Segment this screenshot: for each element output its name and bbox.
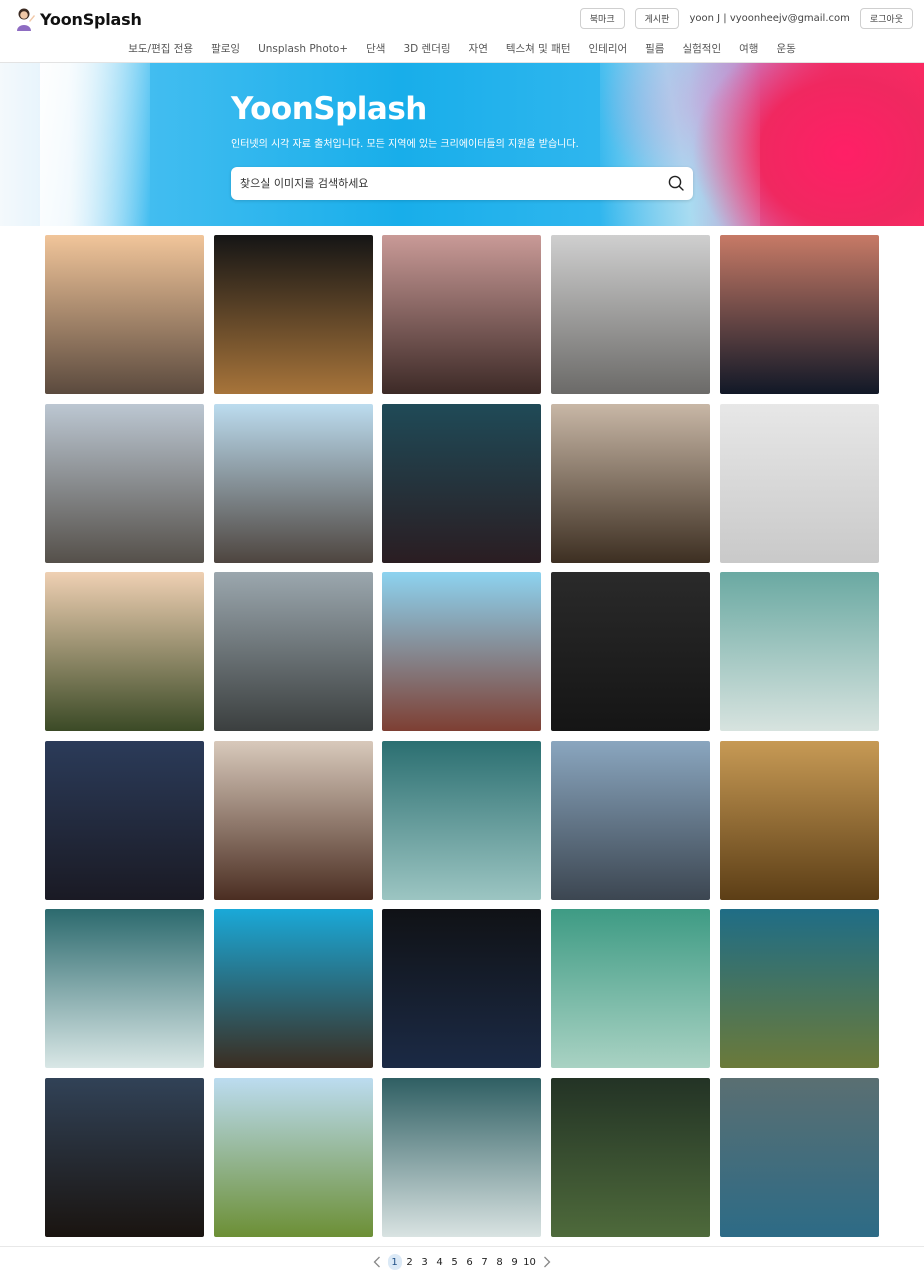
photo-palace-eaves-sky[interactable]: [213, 909, 373, 1069]
search-input[interactable]: [240, 167, 660, 200]
nav-item-monochrome[interactable]: 단색: [357, 40, 394, 58]
hero-paint-texture: [40, 63, 150, 226]
chevron-left-icon[interactable]: [371, 1254, 383, 1270]
photo-bridge-night-lights[interactable]: [45, 740, 204, 900]
top-header: YoonSplash 북마크 게시판 yoon J | vyoonheejv@g…: [0, 0, 924, 63]
photo-narrow-street[interactable]: [551, 235, 711, 394]
nav-item-sports[interactable]: 운동: [767, 40, 804, 58]
nav-item-textures[interactable]: 텍스쳐 및 패턴: [497, 40, 580, 58]
photo-coastal-road[interactable]: [719, 1077, 879, 1237]
photo-city-night-skyline[interactable]: [719, 235, 879, 394]
photo-perforated-building[interactable]: [382, 572, 542, 732]
search-icon[interactable]: [668, 175, 684, 191]
nav-item-editorial[interactable]: 보도/편집 전용: [119, 40, 202, 58]
user-info: yoon J | vyoonheejv@gmail.com: [689, 12, 850, 24]
chevron-right-icon[interactable]: [541, 1254, 553, 1270]
photo-coast-waves[interactable]: [719, 909, 879, 1069]
hero-title: YoonSplash: [231, 91, 427, 127]
photo-power-lines-street[interactable]: [213, 403, 373, 563]
photo-hanok-village-sunset[interactable]: [45, 235, 204, 394]
photo-field-sunset[interactable]: [719, 740, 879, 900]
page-1-button[interactable]: 1: [387, 1254, 402, 1270]
avatar-icon: [17, 8, 35, 31]
photo-cows-grass[interactable]: [551, 1077, 711, 1237]
page-4-button[interactable]: 4: [433, 1254, 447, 1270]
photo-cafe-interior[interactable]: [213, 740, 373, 900]
photo-ocean-aerial[interactable]: [719, 572, 879, 732]
photo-night-alley-restaurant[interactable]: [213, 235, 373, 394]
photo-green-lawn-park[interactable]: [213, 1077, 373, 1237]
photo-waves-white-foam[interactable]: [45, 909, 204, 1069]
nav-item-unsplash-plus[interactable]: Unsplash Photo+: [249, 40, 357, 58]
photo-green-sea-aerial[interactable]: [551, 909, 711, 1069]
photo-station-window-bench[interactable]: [551, 740, 711, 900]
nav-item-travel[interactable]: 여행: [730, 40, 767, 58]
photo-breakwater-waves[interactable]: [382, 1077, 542, 1237]
nav-item-film[interactable]: 필름: [636, 40, 673, 58]
photo-namsan-tower[interactable]: [45, 572, 204, 732]
search-bar: [231, 167, 693, 200]
page-5-button[interactable]: 5: [448, 1254, 462, 1270]
photo-white-lanterns[interactable]: [719, 403, 879, 563]
photo-shopping-street-night[interactable]: [382, 403, 542, 563]
photo-neon-street-dusk[interactable]: [382, 235, 542, 394]
page-2-button[interactable]: 2: [403, 1254, 417, 1270]
page-8-button[interactable]: 8: [493, 1254, 507, 1270]
page-3-button[interactable]: 3: [418, 1254, 432, 1270]
top-right-actions: 북마크 게시판 yoon J | vyoonheejv@gmail.com 로그…: [579, 7, 913, 29]
page-6-button[interactable]: 6: [463, 1254, 477, 1270]
page-numbers: 1 2 3 4 5 6 7 8 9 10: [387, 1254, 537, 1270]
category-nav: 보도/편집 전용 팔로잉 Unsplash Photo+ 단색 3D 렌더링 자…: [0, 40, 924, 58]
photo-suspension-bridge-night[interactable]: [382, 909, 542, 1069]
photo-old-building-signs[interactable]: [213, 572, 373, 732]
page-7-button[interactable]: 7: [478, 1254, 492, 1270]
hero-subtitle: 인터넷의 시각 자료 출처입니다. 모든 지역에 있는 크리에이터들의 지원을 …: [231, 139, 579, 150]
nav-item-3d-render[interactable]: 3D 렌더링: [394, 40, 459, 58]
photo-hanok-lane-morning[interactable]: [45, 403, 204, 563]
photo-tunnel-black-white[interactable]: [551, 572, 711, 732]
photo-city-dusk-clouds[interactable]: [45, 1077, 204, 1237]
nav-item-interior[interactable]: 인테리어: [580, 40, 637, 58]
photo-grid: [45, 235, 879, 1237]
logout-button[interactable]: 로그아웃: [859, 7, 913, 29]
logo[interactable]: YoonSplash: [14, 6, 142, 32]
logo-text: YoonSplash: [40, 9, 142, 29]
bookmark-button[interactable]: 북마크: [579, 7, 625, 29]
page-10-button[interactable]: 10: [523, 1254, 537, 1270]
board-button[interactable]: 게시판: [634, 7, 680, 29]
page-9-button[interactable]: 9: [508, 1254, 522, 1270]
photo-waves-rocks[interactable]: [382, 740, 542, 900]
nav-item-experimental[interactable]: 실험적인: [673, 40, 730, 58]
nav-item-nature[interactable]: 자연: [460, 40, 497, 58]
nav-item-following[interactable]: 팔로잉: [202, 40, 249, 58]
hero-paint-texture: [600, 63, 760, 226]
pagination: 1 2 3 4 5 6 7 8 9 10: [0, 1253, 924, 1271]
photo-travel-shop-front[interactable]: [551, 403, 711, 563]
hero-banner: YoonSplash 인터넷의 시각 자료 출처입니다. 모든 지역에 있는 크…: [0, 63, 924, 226]
